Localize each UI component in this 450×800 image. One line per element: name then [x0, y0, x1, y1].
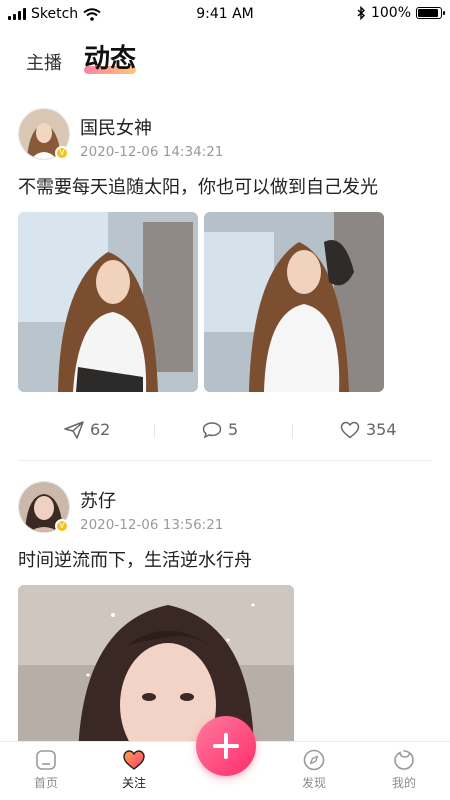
home-icon	[36, 750, 56, 770]
verified-badge-icon: V	[55, 146, 69, 160]
share-button[interactable]: 62	[64, 420, 110, 439]
post-text: 时间逆流而下，生活逆水行舟	[18, 550, 252, 571]
verified-badge-icon: V	[55, 519, 69, 533]
like-count: 354	[366, 420, 397, 439]
post-actions: 62 5 354	[18, 400, 432, 461]
bottom-nav: 首页 关注 发现 我的	[0, 716, 450, 800]
comment-button[interactable]: 5	[202, 420, 238, 439]
send-icon	[64, 420, 84, 439]
heart-icon	[123, 750, 145, 770]
divider	[154, 424, 155, 438]
nav-discover[interactable]: 发现	[284, 748, 344, 791]
header-tabs: 主播 动态	[26, 38, 137, 77]
post-card: V 国民女神 2020-12-06 14:34:21 不需要每天追随太阳，你也可…	[0, 100, 450, 461]
like-button[interactable]: 354	[340, 420, 397, 439]
tab-moments[interactable]: 动态	[84, 38, 137, 77]
nav-follow-label: 关注	[121, 776, 146, 790]
post-time: 2020-12-06 13:56:21	[80, 517, 224, 533]
battery-percent: 100%	[370, 5, 411, 21]
nav-discover-label: 发现	[301, 776, 326, 790]
post-photo[interactable]	[18, 212, 198, 392]
bluetooth-icon	[357, 6, 365, 20]
nav-mine-label: 我的	[391, 776, 416, 790]
post-photos	[18, 212, 432, 392]
nav-follow[interactable]: 关注	[104, 748, 164, 791]
post-header: V 国民女神 2020-12-06 14:34:21	[0, 100, 450, 160]
status-bar: Sketch 9:41 AM 100%	[0, 0, 450, 28]
post-time: 2020-12-06 14:34:21	[80, 144, 224, 160]
nav-home[interactable]: 首页	[16, 748, 76, 791]
plus-icon[interactable]	[196, 716, 256, 776]
compass-icon	[303, 749, 325, 771]
battery-fill	[418, 9, 438, 17]
post-header: V 苏仔 2020-12-06 13:56:21	[0, 473, 450, 533]
username[interactable]: 国民女神	[80, 114, 152, 140]
nav-mine[interactable]: 我的	[374, 748, 434, 791]
battery-icon	[416, 7, 445, 19]
nav-home-label: 首页	[33, 776, 58, 790]
comment-icon	[202, 421, 222, 438]
post-text: 不需要每天追随太阳，你也可以做到自己发光	[18, 177, 378, 198]
comment-count: 5	[228, 420, 239, 439]
profile-icon	[394, 750, 414, 770]
username[interactable]: 苏仔	[80, 487, 116, 513]
heart-icon	[340, 421, 360, 438]
tab-anchors[interactable]: 主播	[26, 49, 62, 77]
share-count: 62	[90, 420, 111, 439]
feed: V 国民女神 2020-12-06 14:34:21 不需要每天追随太阳，你也可…	[0, 100, 450, 785]
post-photo[interactable]	[204, 212, 384, 392]
divider	[292, 424, 293, 438]
